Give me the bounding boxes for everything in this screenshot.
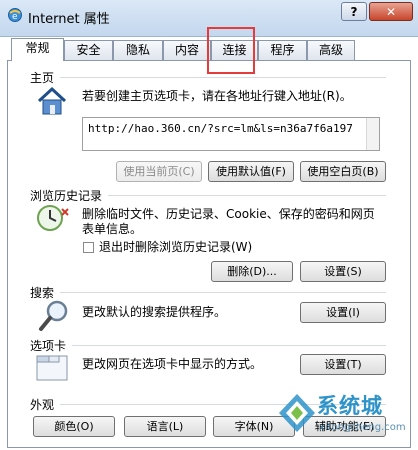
svg-text:e: e — [12, 12, 18, 22]
history-description-2: 表单信息。 — [82, 222, 143, 236]
home-header: 主页 — [30, 71, 55, 85]
delete-on-exit-label: 退出时删除浏览历史记录(W) — [99, 240, 253, 254]
search-settings-button[interactable]: 设置(I) — [300, 302, 386, 323]
delete-on-exit-checkbox[interactable] — [83, 242, 94, 253]
tabs-settings-button[interactable]: 设置(T) — [300, 354, 386, 375]
history-separator — [108, 195, 386, 196]
languages-button[interactable]: 语言(L) — [124, 416, 206, 437]
home-url-value: http://hao.360.cn/?src=lm&ls=n36a7f6a197 — [88, 122, 353, 135]
home-icon — [37, 86, 67, 115]
search-description: 更改默认的搜索提供程序。 — [82, 305, 227, 319]
history-clock-icon — [37, 205, 69, 231]
home-url-scrollbar[interactable] — [366, 118, 379, 150]
history-settings-button[interactable]: 设置(S) — [300, 261, 386, 282]
home-separator — [60, 77, 386, 78]
watermark-brand: 系统城 — [317, 394, 383, 418]
tabs-section-separator — [72, 345, 386, 346]
help-button[interactable]: ? — [341, 2, 367, 21]
search-magnifier-icon — [39, 300, 68, 331]
internet-options-icon: e — [8, 8, 22, 22]
colors-button[interactable]: 颜色(O) — [33, 416, 115, 437]
appearance-header: 外观 — [30, 398, 55, 412]
use-current-button[interactable]: 使用当前页(C) — [116, 161, 202, 182]
search-separator — [60, 292, 386, 293]
history-description-1: 删除临时文件、历史记录、Cookie、保存的密码和网页 — [82, 207, 375, 221]
watermark: 系统城 xitongcheng.com — [275, 390, 418, 450]
tabbed-window-icon — [36, 355, 68, 381]
tab-content[interactable]: 内容 — [163, 40, 211, 60]
home-description: 若要创建主页选项卡，请在各地址行键入地址(R)。 — [82, 89, 352, 103]
watermark-logo-icon — [279, 394, 315, 432]
connections-tab-highlight — [207, 27, 255, 74]
tab-security[interactable]: 安全 — [64, 40, 113, 60]
tab-advanced[interactable]: 高级 — [307, 40, 355, 60]
delete-history-button[interactable]: 删除(D)... — [211, 261, 293, 282]
watermark-domain: xitongcheng.com — [319, 422, 406, 433]
use-blank-button[interactable]: 使用空白页(B) — [300, 161, 386, 182]
tab-programs[interactable]: 程序 — [258, 40, 307, 60]
window-title: Internet 属性 — [28, 12, 110, 27]
tab-general[interactable]: 常规 — [11, 38, 64, 61]
close-button[interactable]: ✕ — [369, 2, 413, 21]
home-url-input[interactable]: http://hao.360.cn/?src=lm&ls=n36a7f6a197 — [82, 117, 380, 151]
tab-privacy[interactable]: 隐私 — [113, 40, 163, 60]
history-header: 浏览历史记录 — [30, 189, 103, 203]
use-default-button[interactable]: 使用默认值(F) — [208, 161, 294, 182]
tabs-section-description: 更改网页在选项卡中显示的方式。 — [82, 357, 263, 371]
